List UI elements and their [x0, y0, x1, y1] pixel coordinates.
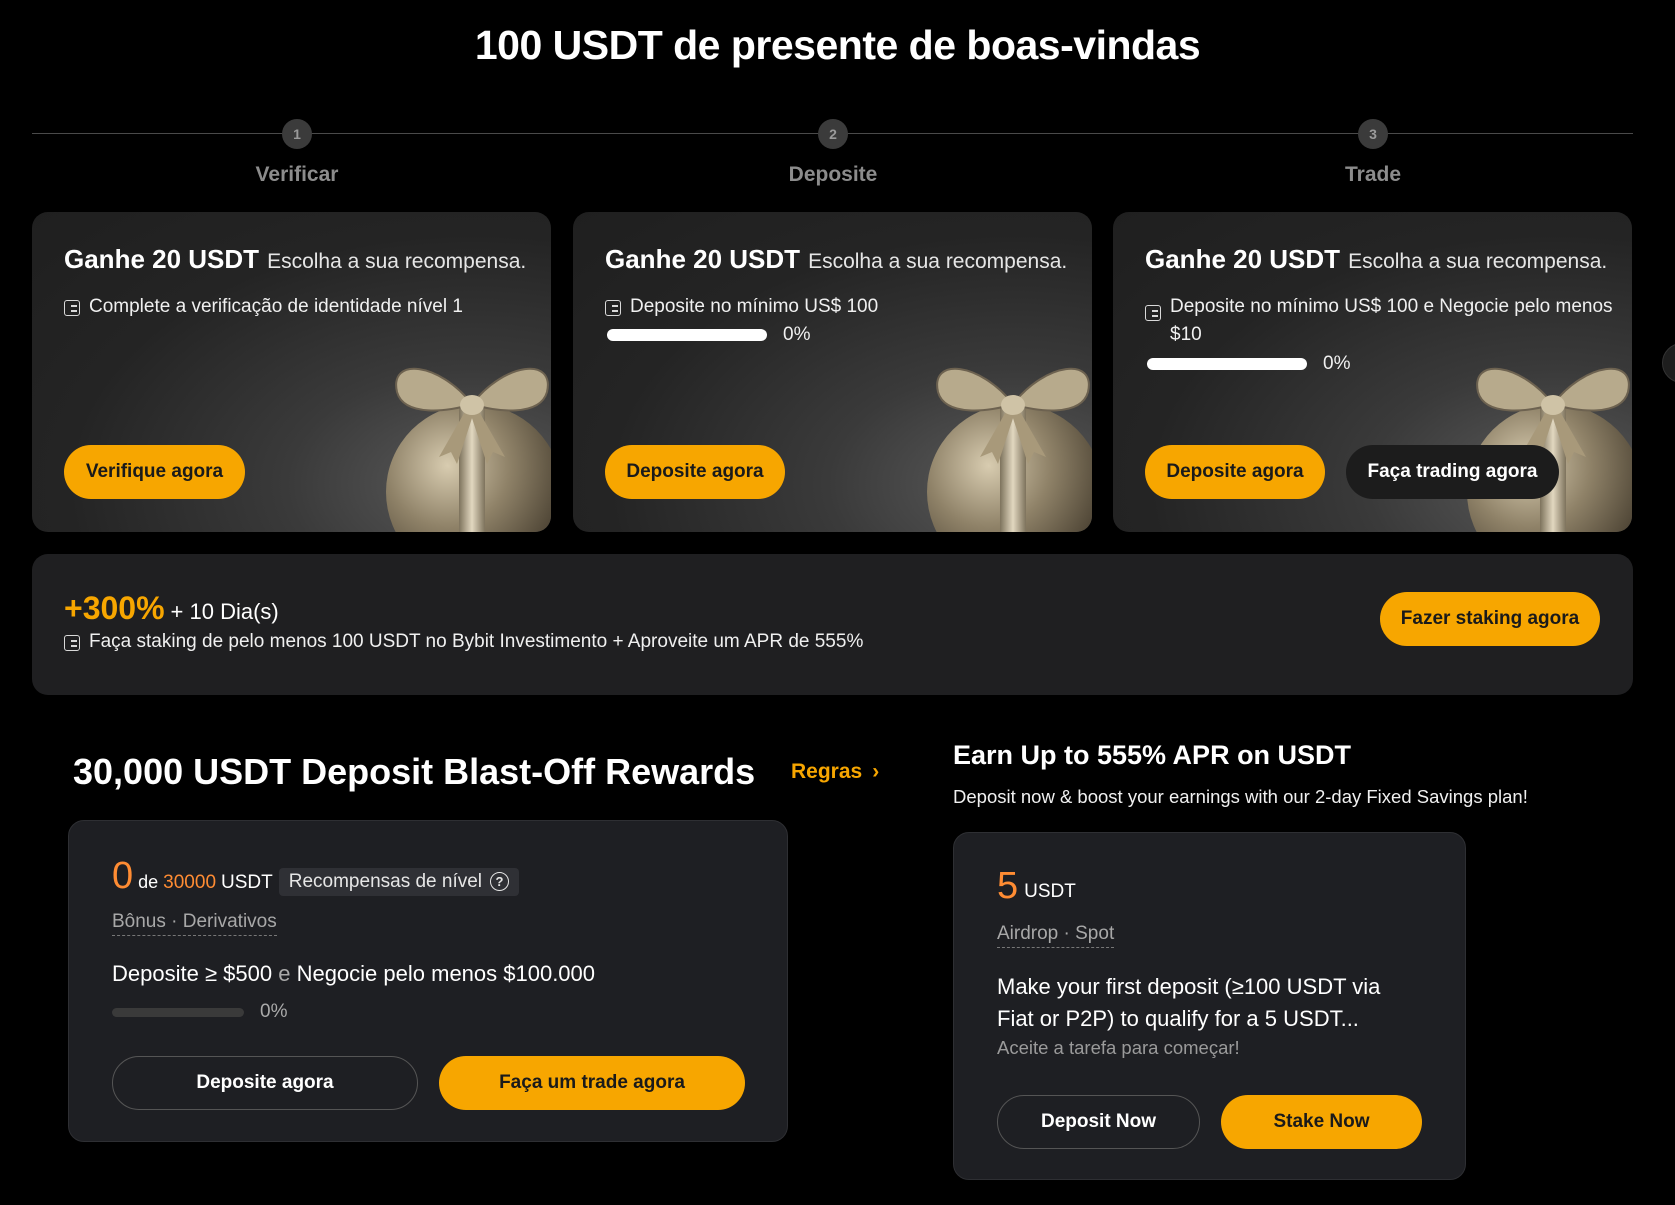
earn-title: Earn Up to 555% APR on USDT	[953, 740, 1352, 770]
deposit-now-button[interactable]: Deposit Now	[997, 1095, 1200, 1149]
blast-progress: 0%	[112, 1001, 287, 1023]
card-subtitle: Escolha a sua recompensa.	[1348, 250, 1608, 273]
earn-amount-row: 5 USDT	[997, 865, 1076, 908]
staking-percent: +300%	[64, 590, 165, 626]
deposit-progress: 0%	[607, 324, 810, 346]
step-deposit: 2 Deposite	[733, 119, 933, 187]
stake-now-button[interactable]: Fazer staking agora	[1380, 592, 1600, 646]
page-title: 100 USDT de presente de boas-vindas	[474, 22, 1201, 68]
trade-now-button[interactable]: Faça um trade agora	[439, 1056, 745, 1110]
card-amount: Ganhe 20 USDT	[64, 244, 260, 274]
card-task: Complete a verificação de identidade nív…	[64, 293, 463, 321]
blast-tags: Bônus · Derivativos	[112, 911, 277, 936]
stake-now-button[interactable]: Stake Now	[1221, 1095, 1422, 1149]
verify-now-button[interactable]: Verifique agora	[64, 445, 245, 499]
deposit-now-button[interactable]: Deposite agora	[112, 1056, 418, 1110]
staking-headline: +300% + 10 Dia(s)	[64, 590, 279, 627]
desc-line: Make your first deposit (≥100 USDT via	[997, 974, 1381, 999]
chevron-right-icon: ›	[872, 760, 880, 783]
desc-line: Fiat or P2P) to qualify for a 5 USDT...	[997, 1006, 1359, 1031]
blast-task: Deposite ≥ $500 e Negocie pelo menos $10…	[112, 961, 595, 987]
carousel-next-arrow[interactable]	[1662, 343, 1675, 383]
earn-tags: Airdrop · Spot	[997, 923, 1115, 948]
card-subtitle: Escolha a sua recompensa.	[808, 250, 1068, 273]
rules-label: Regras	[791, 760, 863, 783]
tags-link[interactable]: Airdrop · Spot	[997, 923, 1115, 948]
card-header: Ganhe 20 USDT Escolha a sua recompensa.	[605, 244, 1067, 275]
earn-subtitle: Deposit now & boost your earnings with o…	[953, 786, 1528, 807]
task-and: e	[278, 961, 291, 986]
task-trade: Negocie pelo menos $100.000	[296, 961, 596, 986]
blast-amount-row: 0 de 30000 USDT Recompensas de nível?	[112, 855, 520, 898]
checklist-icon	[64, 635, 80, 651]
help-icon: ?	[490, 872, 510, 891]
progress-percent: 0%	[783, 324, 811, 345]
deposit-now-button[interactable]: Deposite agora	[1145, 445, 1325, 499]
reward-card-verify: Ganhe 20 USDT Escolha a sua recompensa. C…	[32, 212, 551, 532]
card-header: Ganhe 20 USDT Escolha a sua recompensa.	[64, 244, 526, 275]
gift-icon	[927, 367, 1092, 532]
progress-bar	[1147, 358, 1307, 370]
rules-link[interactable]: Regras ›	[791, 760, 879, 784]
step-number: 3	[1358, 119, 1388, 149]
staking-days: + 10 Dia(s)	[170, 599, 279, 624]
checklist-icon	[64, 300, 80, 316]
progress-bar	[607, 329, 767, 341]
gift-icon	[386, 367, 551, 532]
card-task: Deposite no mínimo US$ 100 e Negocie pel…	[1145, 293, 1625, 349]
progress-percent: 0%	[1323, 353, 1351, 374]
staking-banner: +300% + 10 Dia(s) Faça staking de pelo me…	[32, 554, 1633, 695]
progress-bar	[112, 1007, 244, 1017]
step-label: Deposite	[788, 163, 878, 186]
task-text: Deposite no mínimo US$ 100 e Negocie pel…	[1170, 296, 1613, 345]
earn-description: Make your first deposit (≥100 USDT via F…	[997, 971, 1380, 1035]
gift-icon	[1467, 367, 1632, 532]
tier-rewards-badge[interactable]: Recompensas de nível?	[278, 867, 520, 896]
badge-label: Recompensas de nível	[288, 870, 483, 892]
card-amount: Ganhe 20 USDT	[605, 244, 801, 274]
task-text: Faça staking de pelo menos 100 USDT no B…	[89, 631, 864, 652]
task-deposit: Deposite ≥ $500	[112, 961, 273, 986]
card-subtitle: Escolha a sua recompensa.	[267, 250, 527, 273]
task-text: Deposite no mínimo US$ 100	[630, 296, 879, 317]
tags-link[interactable]: Bônus · Derivativos	[112, 911, 277, 936]
card-task: Deposite no mínimo US$ 100	[605, 293, 878, 321]
card-amount: Ganhe 20 USDT	[1145, 244, 1341, 274]
staking-task: Faça staking de pelo menos 100 USDT no B…	[64, 628, 863, 656]
card-header: Ganhe 20 USDT Escolha a sua recompensa.	[1145, 244, 1607, 275]
step-trade: 3 Trade	[1273, 119, 1473, 187]
checklist-icon	[1145, 305, 1161, 321]
deposit-trade-progress: 0%	[1147, 353, 1350, 375]
earn-hint: Aceite a tarefa para começar!	[997, 1037, 1240, 1058]
earn-panel: 5 USDT Airdrop · Spot Make your first de…	[953, 832, 1466, 1180]
earn-amount: 5	[997, 865, 1019, 907]
progress-percent: 0%	[260, 1001, 288, 1022]
blast-panel: 0 de 30000 USDT Recompensas de nível? Bô…	[68, 820, 788, 1142]
reward-card-trade: Ganhe 20 USDT Escolha a sua recompensa. D…	[1113, 212, 1632, 532]
checklist-icon	[605, 300, 621, 316]
step-label: Verificar	[255, 163, 339, 186]
step-verify: 1 Verificar	[197, 119, 397, 187]
trade-now-button[interactable]: Faça trading agora	[1346, 445, 1559, 499]
step-number: 1	[282, 119, 312, 149]
unit-label: USDT	[221, 871, 273, 893]
of-label: de	[138, 872, 159, 892]
deposit-now-button[interactable]: Deposite agora	[605, 445, 785, 499]
earn-unit: USDT	[1024, 880, 1076, 902]
blast-title: 30,000 USDT Deposit Blast-Off Rewards	[73, 751, 756, 792]
step-label: Trade	[1344, 163, 1402, 186]
step-number: 2	[818, 119, 848, 149]
task-text: Complete a verificação de identidade nív…	[89, 296, 463, 317]
current-amount: 0	[112, 855, 134, 897]
reward-card-deposit: Ganhe 20 USDT Escolha a sua recompensa. D…	[573, 212, 1092, 532]
total-amount: 30000	[163, 871, 217, 893]
